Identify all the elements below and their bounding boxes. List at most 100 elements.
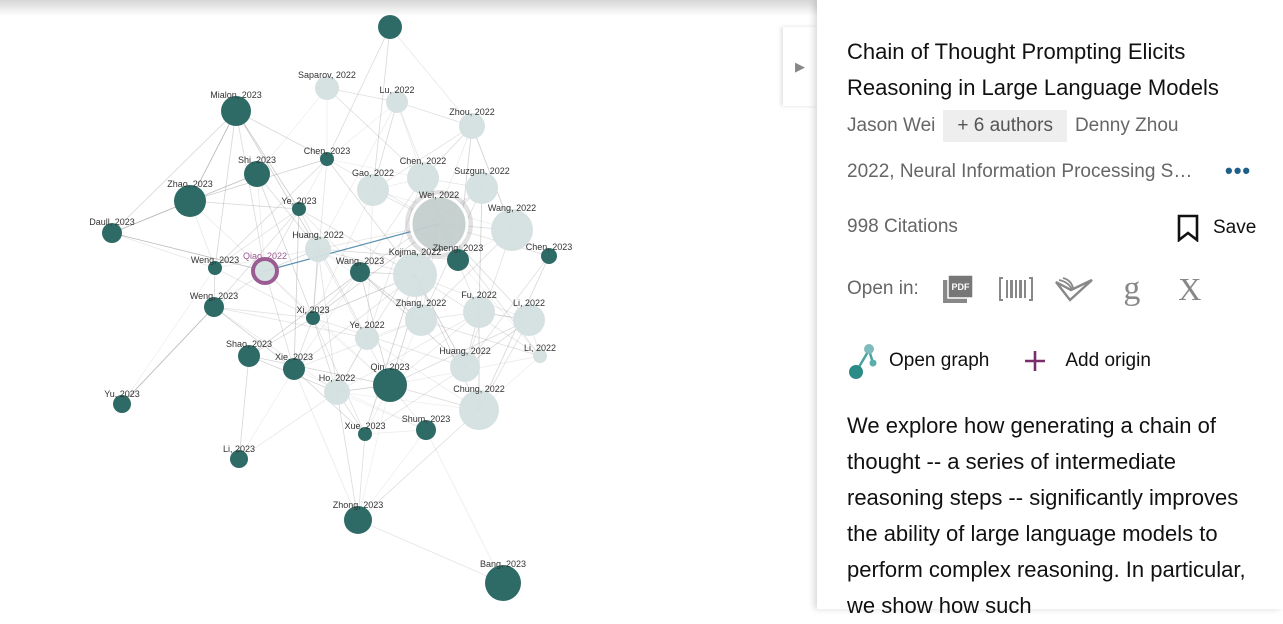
node-label: Ye, 2022 [349,320,384,330]
paper-node[interactable]: Xie, 2023 [275,352,313,380]
node-label: Xie, 2023 [275,352,313,362]
node-circle[interactable] [251,257,279,285]
paper-node[interactable]: Wang, 2023 [336,256,384,282]
node-circle[interactable] [466,172,498,204]
node-label: Shao, 2023 [226,339,272,349]
citation-graph[interactable]: Saparov, 2022 Lu, 2022 Zhou, 2022 Mialon, 2… [0,0,817,609]
node-label: Kojima, 2022 [389,247,442,257]
save-label: Save [1213,217,1257,238]
open-graph-button[interactable]: Open graph [847,342,989,380]
citation-count: 998 Citations [847,216,958,237]
node-circle[interactable] [513,304,545,336]
node-label: Zhou, 2022 [449,107,495,117]
node-label: Huang, 2022 [439,346,491,356]
citation-edge [372,26,391,191]
arxiv-icon[interactable]: X [1171,271,1209,307]
doi-barcode-icon[interactable] [997,271,1035,307]
paper-node[interactable]: Daull, 2023 [89,217,135,243]
node-circle[interactable] [378,15,402,39]
node-label: Wang, 2022 [488,203,536,213]
add-origin-label: Add origin [1065,350,1151,371]
pdf-icon[interactable]: PDF [939,271,977,307]
node-label: Li, 2022 [513,298,545,308]
node-label: Daull, 2023 [89,217,135,227]
node-circle[interactable] [174,185,206,217]
node-label: Wei, 2022 [419,190,459,200]
add-origin-button[interactable]: Add origin [1023,349,1151,373]
more-options-icon[interactable]: ••• [1225,158,1251,184]
caret-right-icon: ▶ [795,58,805,74]
citation-edge [121,267,216,405]
first-author[interactable]: Jason Wei [847,115,935,137]
node-circle[interactable] [405,304,437,336]
paper-node[interactable]: Chen, 2023 [304,146,351,166]
semantic-scholar-icon[interactable] [1054,271,1093,307]
paper-node[interactable]: Saparov, 2022 [298,70,356,100]
node-circle[interactable] [373,368,407,402]
paper-node[interactable]: Li, 2023 [223,444,255,468]
node-circle[interactable] [344,506,372,534]
paper-node[interactable]: Chen, 2023 [526,242,573,264]
node-circle[interactable] [221,96,251,126]
node-circle[interactable] [485,565,521,601]
collapse-panel-button[interactable]: ▶ [783,27,817,106]
paper-title[interactable]: Chain of Thought Prompting Elicits Reaso… [847,34,1267,106]
node-label: Chen, 2023 [304,146,351,156]
more-authors-button[interactable]: + 6 authors [943,110,1067,142]
paper-node[interactable]: Chung, 2022 [453,384,505,430]
actions-row: Open graph Add origin [847,342,1185,380]
authors: Jason Wei + 6 authors Denny Zhou [847,110,1178,142]
paper-node[interactable]: Zhong, 2023 [333,500,384,534]
node-label: Yu, 2023 [104,389,140,399]
node-label: Lu, 2022 [379,85,414,95]
node-label: Xue, 2023 [344,421,385,431]
venue: 2022, Neural Information Processing Syst… [847,161,1197,182]
node-label: Weng, 2023 [190,291,238,301]
node-label: Wang, 2023 [336,256,384,266]
paper-node[interactable]: Weng, 2023 [190,291,238,317]
node-label: Shi, 2023 [238,155,276,165]
bookmark-icon [1177,214,1199,242]
paper-node[interactable] [378,15,402,39]
paper-node[interactable]: Zhang, 2022 [396,298,447,336]
open-in-row: Open in: PDF g X [847,270,1209,307]
last-author[interactable]: Denny Zhou [1075,115,1179,137]
paper-node[interactable]: Zhou, 2022 [449,107,495,139]
node-label: Ho, 2022 [319,373,356,383]
paper-node[interactable]: Zhao, 2023 [167,179,213,217]
node-label: Suzgun, 2022 [454,166,510,176]
graph-icon [849,344,877,379]
paper-node[interactable]: Shum, 2023 [402,414,451,440]
paper-details-panel: Chain of Thought Prompting Elicits Reaso… [817,0,1283,618]
node-circle[interactable] [357,174,389,206]
paper-node[interactable]: Qin, 2023 [370,362,410,402]
node-label: Qiao, 2022 [243,251,287,261]
paper-node[interactable]: Yu, 2023 [104,389,140,413]
node-circle[interactable] [393,253,437,297]
node-label: Zhang, 2022 [396,298,447,308]
save-button[interactable]: Save [1177,214,1256,242]
node-label: Huang, 2022 [292,230,344,240]
paper-node[interactable]: Li, 2022 [513,298,545,336]
node-label: Li, 2023 [223,444,255,454]
node-circle[interactable] [450,352,480,382]
citation-edge [357,519,504,584]
paper-node[interactable]: Ye, 2023 [281,196,317,216]
paper-node[interactable]: Huang, 2022 [439,346,491,382]
paper-node[interactable]: Lu, 2022 [379,85,415,113]
citation-edge [111,110,237,234]
abstract: We explore how generating a chain of tho… [847,413,1246,618]
node-label: Weng, 2023 [191,255,239,265]
top-shadow [0,0,817,16]
node-label: Shum, 2023 [402,414,451,424]
svg-text:PDF: PDF [951,282,970,292]
paper-node[interactable]: Bang, 2023 [480,559,526,601]
node-label: Gao, 2022 [352,168,394,178]
node-circle[interactable] [459,390,499,430]
plus-icon [1025,351,1046,371]
google-scholar-icon[interactable]: g [1113,270,1151,307]
paper-node[interactable]: Shi, 2023 [238,155,276,187]
node-label: Li, 2022 [524,343,556,353]
node-label: Zhong, 2023 [333,500,384,510]
node-circle[interactable] [463,296,495,328]
